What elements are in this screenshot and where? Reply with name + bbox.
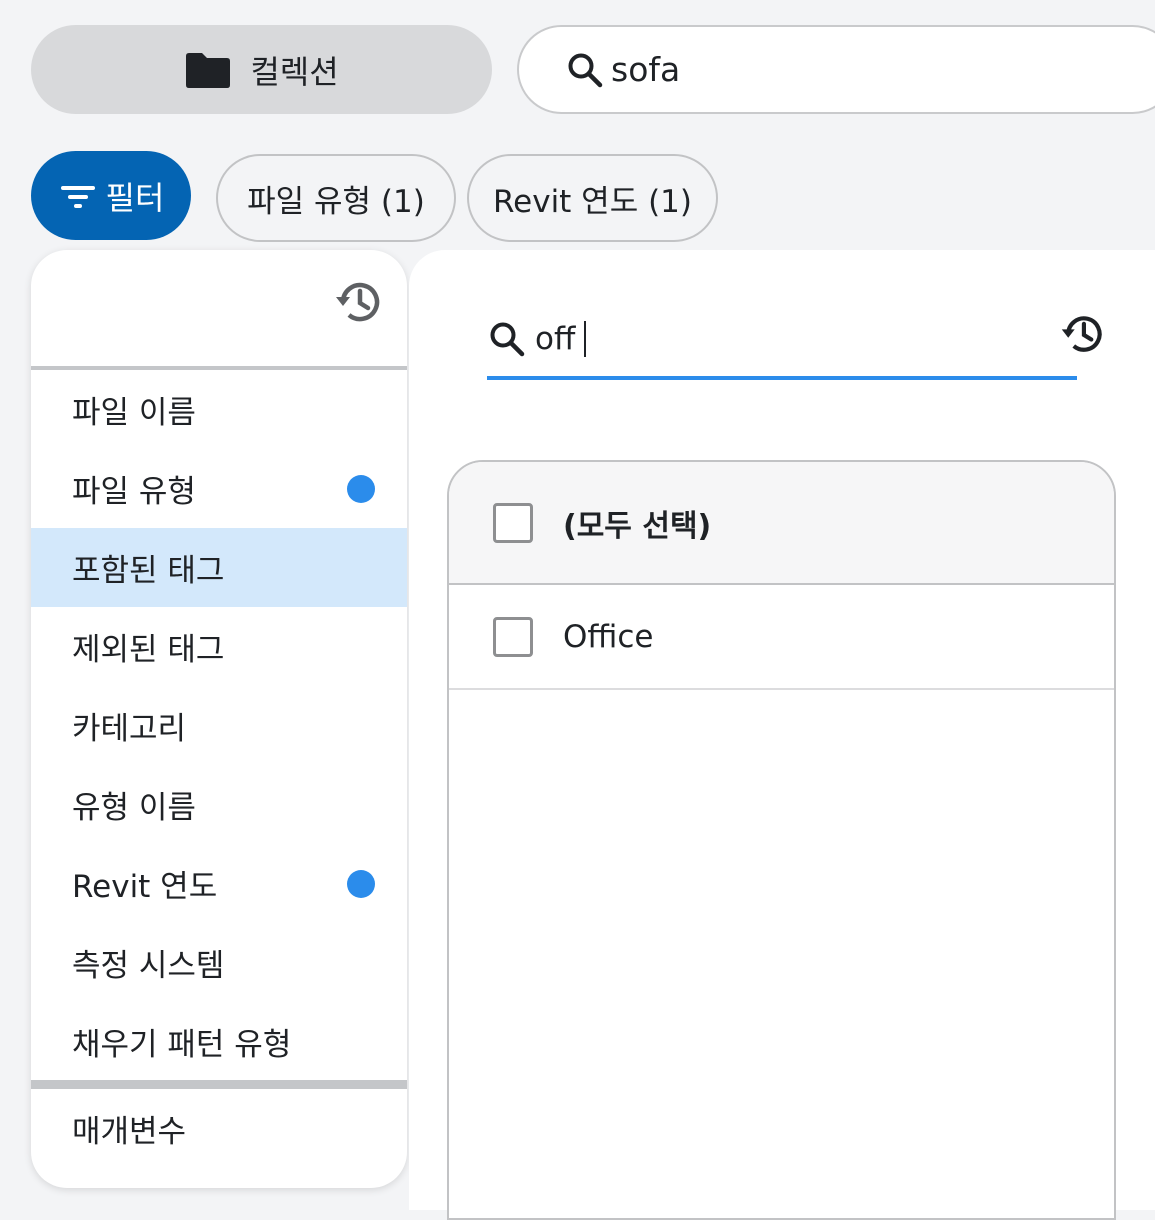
category-item-parameters[interactable]: 매개변수 <box>31 1089 407 1168</box>
value-list: (모두 선택) Office <box>447 460 1116 1220</box>
chip-label: Revit 연도 (1) <box>493 183 692 220</box>
category-item-file-type[interactable]: 파일 유형 <box>31 449 407 528</box>
category-label: 파일 이름 <box>72 395 196 431</box>
collections-button[interactable]: 컬렉션 <box>31 25 492 114</box>
history-icon[interactable] <box>1059 310 1107 358</box>
chip-revit-year[interactable]: Revit 연도 (1) <box>467 154 718 242</box>
category-label: 제외된 태그 <box>72 632 225 668</box>
collections-label: 컬렉션 <box>250 52 339 91</box>
select-all-row[interactable]: (모두 선택) <box>449 462 1114 585</box>
value-checkbox[interactable] <box>493 616 533 657</box>
category-label: Revit 연도 <box>72 869 218 905</box>
filter-values-panel: off (모두 선택) Office <box>409 250 1155 1220</box>
chip-file-type[interactable]: 파일 유형 (1) <box>216 154 456 242</box>
divider <box>31 1080 407 1089</box>
category-label: 포함된 태그 <box>72 553 225 589</box>
active-filter-dot <box>347 869 375 898</box>
category-label: 파일 유형 <box>72 474 196 510</box>
category-item-revit-year[interactable]: Revit 연도 <box>31 844 407 923</box>
chip-label: 파일 유형 (1) <box>247 183 425 220</box>
category-label: 측정 시스템 <box>72 948 225 984</box>
filter-button[interactable]: 필터 <box>31 151 191 240</box>
search-icon <box>568 53 603 87</box>
select-all-label: (모두 선택) <box>563 508 712 544</box>
value-search-input[interactable]: off <box>487 302 1077 380</box>
value-search-text: off <box>535 321 576 357</box>
category-item-category[interactable]: 카테고리 <box>31 686 407 765</box>
text-caret <box>584 321 587 357</box>
value-label: Office <box>563 618 654 655</box>
filter-label: 필터 <box>105 178 165 217</box>
category-item-fill-pattern-type[interactable]: 채우기 패턴 유형 <box>31 1002 407 1081</box>
main-search-input[interactable]: sofa <box>517 25 1155 114</box>
category-item-type-name[interactable]: 유형 이름 <box>31 765 407 844</box>
value-row[interactable]: Office <box>449 585 1114 690</box>
category-label: 매개변수 <box>72 1114 187 1150</box>
folder-icon <box>186 52 231 88</box>
category-item-included-tags[interactable]: 포함된 태그 <box>31 528 407 607</box>
category-label: 유형 이름 <box>72 790 196 826</box>
filter-icon <box>60 185 95 208</box>
active-filter-dot <box>347 474 375 503</box>
history-icon[interactable] <box>333 276 385 328</box>
select-all-checkbox[interactable] <box>493 502 533 543</box>
category-item-file-name[interactable]: 파일 이름 <box>31 370 407 449</box>
main-search-value: sofa <box>611 50 681 89</box>
category-label: 채우기 패턴 유형 <box>72 1027 292 1063</box>
filter-category-panel: 파일 이름 파일 유형 포함된 태그 제외된 태그 카테고리 유형 이름 Rev… <box>31 250 407 1188</box>
search-icon <box>490 322 525 357</box>
category-label: 카테고리 <box>72 711 187 747</box>
category-list: 파일 이름 파일 유형 포함된 태그 제외된 태그 카테고리 유형 이름 Rev… <box>31 370 407 1081</box>
category-item-measurement-system[interactable]: 측정 시스템 <box>31 923 407 1002</box>
category-item-excluded-tags[interactable]: 제외된 태그 <box>31 607 407 686</box>
